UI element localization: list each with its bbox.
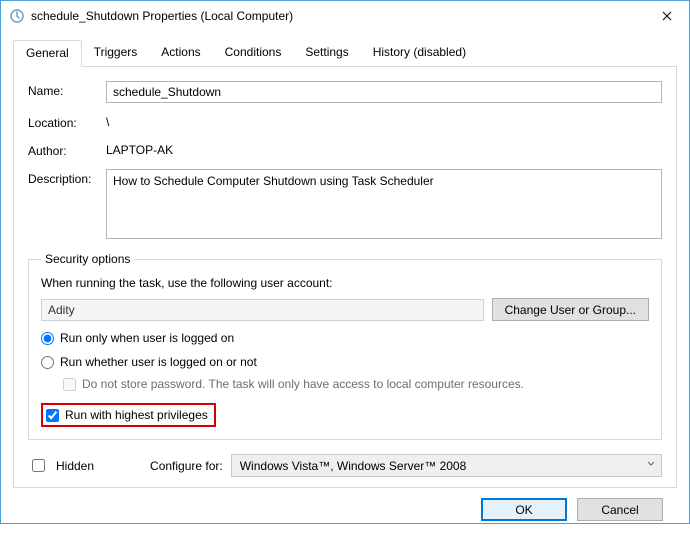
window-title: schedule_Shutdown Properties (Local Comp…	[31, 9, 644, 23]
user-account-display: Adity	[41, 299, 484, 321]
location-label: Location:	[28, 113, 106, 130]
configure-for-label: Configure for:	[150, 459, 223, 473]
run-logged-on-label: Run only when user is logged on	[60, 331, 234, 345]
hidden-checkbox[interactable]	[32, 459, 45, 472]
security-legend: Security options	[41, 252, 134, 266]
tab-triggers[interactable]: Triggers	[82, 40, 150, 67]
ok-button[interactable]: OK	[481, 498, 567, 521]
run-whether-radio[interactable]	[41, 356, 54, 369]
location-value: \	[106, 113, 662, 131]
author-value: LAPTOP-AK	[106, 141, 662, 159]
name-input[interactable]	[106, 81, 662, 103]
tab-strip: General Triggers Actions Conditions Sett…	[13, 39, 677, 67]
configure-for-value: Windows Vista™, Windows Server™ 2008	[240, 459, 467, 473]
highest-privileges-checkbox[interactable]	[46, 409, 59, 422]
tab-general[interactable]: General	[13, 40, 82, 67]
no-store-password-checkbox	[63, 378, 76, 391]
account-prompt: When running the task, use the following…	[41, 276, 649, 290]
properties-dialog: schedule_Shutdown Properties (Local Comp…	[0, 0, 690, 524]
tab-history[interactable]: History (disabled)	[361, 40, 478, 67]
description-input[interactable]	[106, 169, 662, 239]
tab-settings[interactable]: Settings	[293, 40, 360, 67]
name-label: Name:	[28, 81, 106, 98]
security-options-group: Security options When running the task, …	[28, 252, 662, 440]
hidden-label: Hidden	[56, 459, 94, 473]
author-label: Author:	[28, 141, 106, 158]
description-label: Description:	[28, 169, 106, 186]
dialog-footer: OK Cancel	[13, 488, 677, 521]
tab-actions[interactable]: Actions	[149, 40, 212, 67]
general-panel: Name: Location: \ Author: LAPTOP-AK Desc…	[13, 67, 677, 488]
close-button[interactable]	[644, 1, 689, 31]
run-whether-label: Run whether user is logged on or not	[60, 355, 257, 369]
tab-conditions[interactable]: Conditions	[213, 40, 294, 67]
change-user-button[interactable]: Change User or Group...	[492, 298, 649, 321]
chevron-down-icon	[647, 460, 655, 468]
highest-privileges-highlight: Run with highest privileges	[41, 403, 216, 427]
highest-privileges-label: Run with highest privileges	[65, 408, 208, 422]
cancel-button[interactable]: Cancel	[577, 498, 663, 521]
clock-icon	[9, 8, 25, 24]
configure-for-select[interactable]: Windows Vista™, Windows Server™ 2008	[231, 454, 662, 477]
dialog-body: General Triggers Actions Conditions Sett…	[1, 31, 689, 533]
titlebar: schedule_Shutdown Properties (Local Comp…	[1, 1, 689, 31]
run-logged-on-radio[interactable]	[41, 332, 54, 345]
no-store-password-label: Do not store password. The task will onl…	[82, 377, 524, 391]
